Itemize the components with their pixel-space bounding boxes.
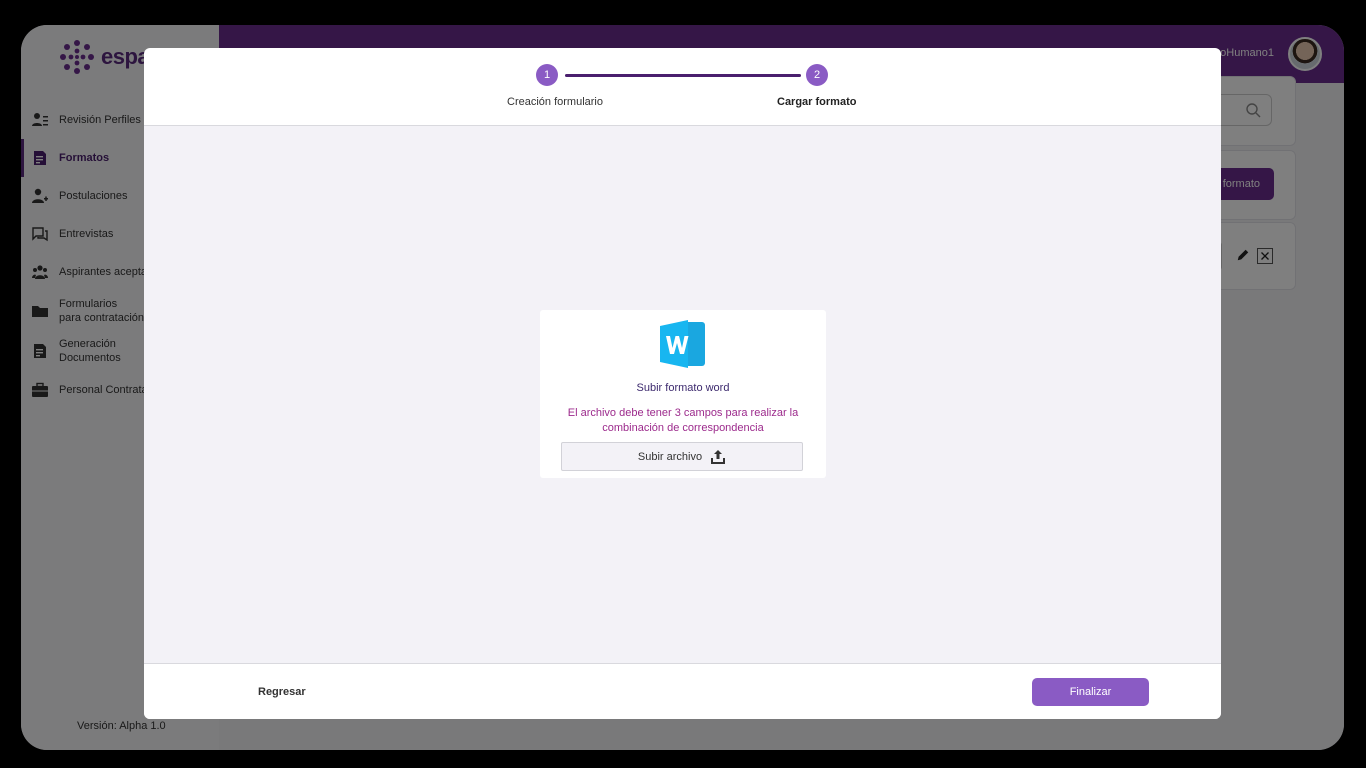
modal-footer: Regresar Finalizar bbox=[144, 663, 1221, 719]
back-button[interactable]: Regresar bbox=[258, 686, 306, 698]
step-2-label: Cargar formato bbox=[777, 96, 857, 108]
upload-file-button[interactable]: Subir archivo bbox=[561, 442, 803, 471]
upload-hint: El archivo debe tener 3 campos para real… bbox=[567, 407, 799, 434]
upload-card: Subir formato word El archivo debe tener… bbox=[540, 310, 826, 478]
finish-button[interactable]: Finalizar bbox=[1032, 678, 1149, 706]
upload-title: Subir formato word bbox=[636, 382, 730, 394]
step-1-label: Creación formulario bbox=[507, 96, 603, 108]
step-2-indicator: 2 bbox=[806, 64, 828, 86]
step-progress-line bbox=[565, 74, 801, 77]
upload-format-modal: 1 2 Creación formulario Cargar formato S… bbox=[144, 48, 1221, 719]
step-1-indicator: 1 bbox=[536, 64, 558, 86]
modal-body: Subir formato word El archivo debe tener… bbox=[144, 126, 1221, 663]
stepper: 1 2 Creación formulario Cargar formato bbox=[144, 48, 1221, 126]
word-document-icon bbox=[660, 320, 705, 368]
upload-icon bbox=[711, 449, 726, 464]
upload-button-label: Subir archivo bbox=[637, 450, 703, 463]
